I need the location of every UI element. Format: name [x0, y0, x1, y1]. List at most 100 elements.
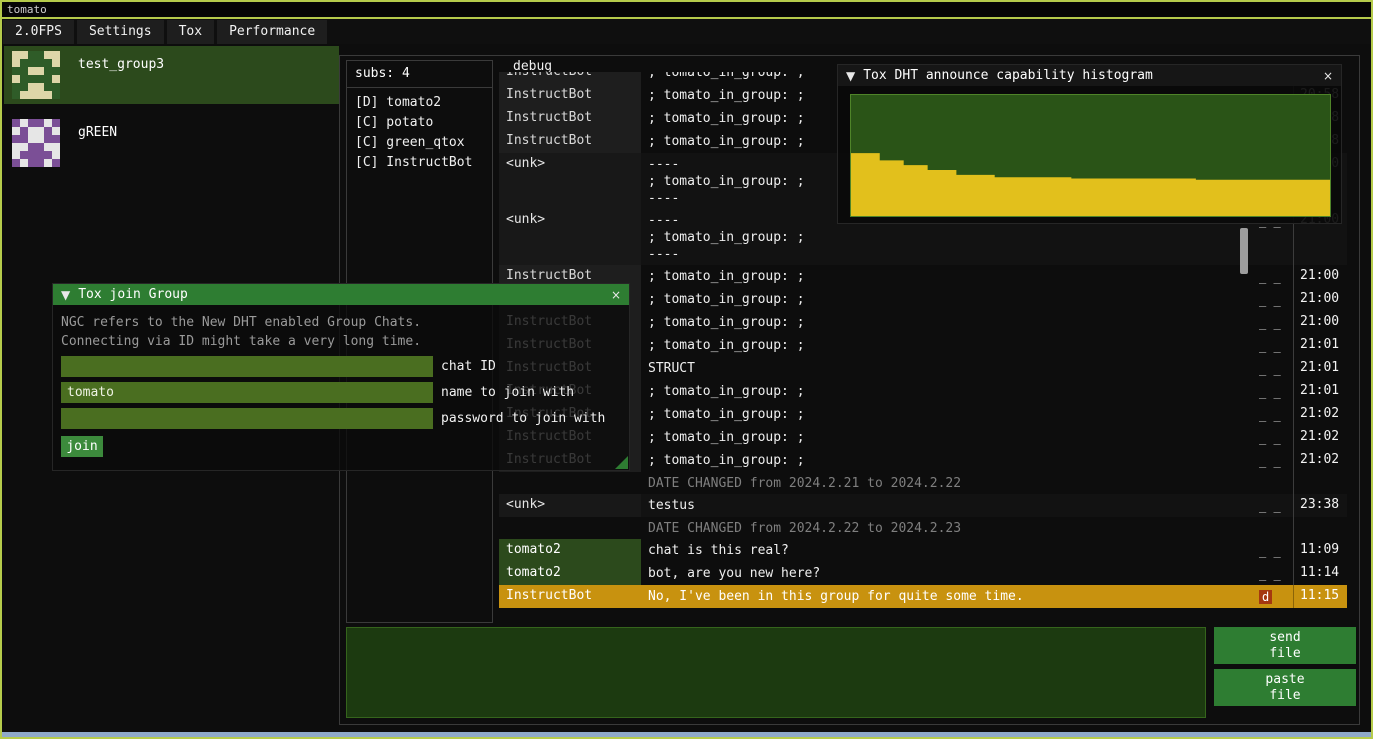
message-sender: tomato2 — [499, 539, 641, 562]
close-icon[interactable]: × — [611, 288, 621, 302]
close-icon[interactable]: × — [1323, 69, 1333, 83]
message-text: DATE CHANGED from 2024.2.21 to 2024.2.22 — [641, 472, 1257, 494]
message-sender — [499, 517, 641, 539]
join-group-window: ▼ Tox join Group × NGC refers to the New… — [52, 283, 630, 471]
join-name-label: name to join with — [441, 385, 574, 400]
message-sender: InstructBot — [499, 585, 641, 608]
collapse-icon[interactable]: ▼ — [61, 288, 70, 302]
histogram-title: Tox DHT announce capability histogram — [863, 68, 1315, 83]
message-row[interactable]: InstructBotNo, I've been in this group f… — [499, 585, 1347, 608]
group-item-test_group3[interactable]: test_group3 — [4, 46, 339, 104]
app-window: tomato 2.0FPSSettingsToxPerformance test… — [0, 0, 1373, 739]
group-avatar-icon — [12, 51, 60, 99]
group-name: gREEN — [78, 119, 117, 167]
send-file-button[interactable]: send file — [1214, 627, 1356, 664]
member-item[interactable]: [C] potato — [347, 113, 492, 133]
message-timestamp: 21:00 — [1293, 265, 1347, 288]
message-sender: InstructBot — [499, 130, 641, 153]
join-group-body: NGC refers to the New DHT enabled Group … — [53, 305, 629, 465]
message-text: DATE CHANGED from 2024.2.22 to 2024.2.23 — [641, 517, 1257, 539]
message-status-flags: _ _ — [1257, 494, 1293, 517]
dht-histogram-window: ▼ Tox DHT announce capability histogram … — [837, 64, 1342, 224]
join-info-line-2: Connecting via ID might take a very long… — [61, 332, 621, 351]
message-status-flags: _ _ — [1257, 288, 1293, 311]
members-count-header: subs: 4 — [347, 61, 492, 88]
message-status-flags — [1257, 517, 1293, 539]
message-status-flags: d — [1257, 585, 1293, 608]
message-timestamp: 21:01 — [1293, 357, 1347, 380]
message-status-flags: _ _ — [1257, 539, 1293, 562]
message-sender: <unk> — [499, 209, 641, 265]
message-text: ; tomato_in_group: ; — [641, 426, 1257, 449]
member-item[interactable]: [C] green_qtox — [347, 133, 492, 153]
member-item[interactable]: [C] InstructBot — [347, 153, 492, 173]
member-list: [D] tomato2[C] potato[C] green_qtox[C] I… — [347, 88, 492, 173]
message-timestamp: 21:01 — [1293, 334, 1347, 357]
message-row[interactable]: tomato2chat is this real?_ _11:09 — [499, 539, 1347, 562]
resize-grip[interactable] — [615, 456, 628, 469]
join-password-row: password to join with — [61, 408, 621, 429]
message-text: ; tomato_in_group: ; — [641, 380, 1257, 403]
message-text: STRUCT — [641, 357, 1257, 380]
paste-file-button[interactable]: paste file — [1214, 669, 1356, 706]
message-text: bot, are you new here? — [641, 562, 1257, 585]
message-text: ; tomato_in_group: ; — [641, 449, 1257, 472]
group-name: test_group3 — [78, 51, 164, 99]
message-text: ; tomato_in_group: ; — [641, 265, 1257, 288]
group-item-gREEN[interactable]: gREEN — [4, 114, 339, 172]
menu-item-settings[interactable]: Settings — [77, 20, 164, 44]
chat-id-row: chat ID — [61, 356, 621, 377]
message-status-flags: _ _ — [1257, 562, 1293, 585]
message-timestamp: 11:15 — [1293, 585, 1347, 608]
message-sender: tomato2 — [499, 562, 641, 585]
message-timestamp: 21:01 — [1293, 380, 1347, 403]
chat-scrollbar-thumb[interactable] — [1240, 228, 1248, 274]
message-timestamp: 21:02 — [1293, 426, 1347, 449]
join-info-line-1: NGC refers to the New DHT enabled Group … — [61, 313, 621, 332]
message-status-flags: _ _ — [1257, 403, 1293, 426]
collapse-icon[interactable]: ▼ — [846, 69, 855, 83]
menubar: 2.0FPSSettingsToxPerformance — [2, 19, 1371, 44]
message-sender: InstructBot — [499, 107, 641, 130]
message-status-flags: _ _ — [1257, 357, 1293, 380]
date-separator-row[interactable]: DATE CHANGED from 2024.2.22 to 2024.2.23 — [499, 517, 1347, 539]
message-text: chat is this real? — [641, 539, 1257, 562]
message-text: ; tomato_in_group: ; — [641, 334, 1257, 357]
member-item[interactable]: [D] tomato2 — [347, 93, 492, 113]
menu-item-tox[interactable]: Tox — [167, 20, 214, 44]
message-timestamp: 11:14 — [1293, 562, 1347, 585]
message-status-flags: _ _ — [1257, 334, 1293, 357]
group-avatar-icon — [12, 119, 60, 167]
message-text: testus — [641, 494, 1257, 517]
menu-item-performance[interactable]: Performance — [217, 20, 327, 44]
histogram-chart — [851, 95, 1330, 216]
date-separator-row[interactable]: DATE CHANGED from 2024.2.21 to 2024.2.22 — [499, 472, 1347, 494]
message-status-flags: _ _ — [1257, 449, 1293, 472]
window-bottom-edge — [2, 732, 1371, 737]
message-row[interactable]: tomato2bot, are you new here?_ _11:14 — [499, 562, 1347, 585]
histogram-area — [851, 153, 1330, 216]
menu-item-20fps[interactable]: 2.0FPS — [3, 20, 74, 44]
join-password-input[interactable] — [61, 408, 433, 429]
join-name-input[interactable] — [61, 382, 433, 403]
chat-id-label: chat ID — [441, 359, 496, 374]
join-group-titlebar[interactable]: ▼ Tox join Group × — [53, 284, 629, 305]
message-text: ; tomato_in_group: ; — [641, 311, 1257, 334]
message-timestamp: 23:38 — [1293, 494, 1347, 517]
message-row[interactable]: <unk>testus_ _23:38 — [499, 494, 1347, 517]
message-sender: <unk> — [499, 153, 641, 209]
message-timestamp: 11:09 — [1293, 539, 1347, 562]
message-status-flags: _ _ — [1257, 265, 1293, 288]
window-title: tomato — [7, 3, 47, 16]
message-sender — [499, 472, 641, 494]
message-sender: <unk> — [499, 494, 641, 517]
message-input[interactable] — [346, 627, 1206, 718]
histogram-titlebar[interactable]: ▼ Tox DHT announce capability histogram … — [838, 65, 1341, 86]
join-group-title: Tox join Group — [78, 287, 603, 302]
chat-id-input[interactable] — [61, 356, 433, 377]
window-titlebar[interactable]: tomato — [2, 2, 1371, 19]
join-button[interactable]: join — [61, 436, 103, 457]
message-timestamp: 21:02 — [1293, 449, 1347, 472]
message-status-flags: _ _ — [1257, 380, 1293, 403]
join-name-row: name to join with — [61, 382, 621, 403]
